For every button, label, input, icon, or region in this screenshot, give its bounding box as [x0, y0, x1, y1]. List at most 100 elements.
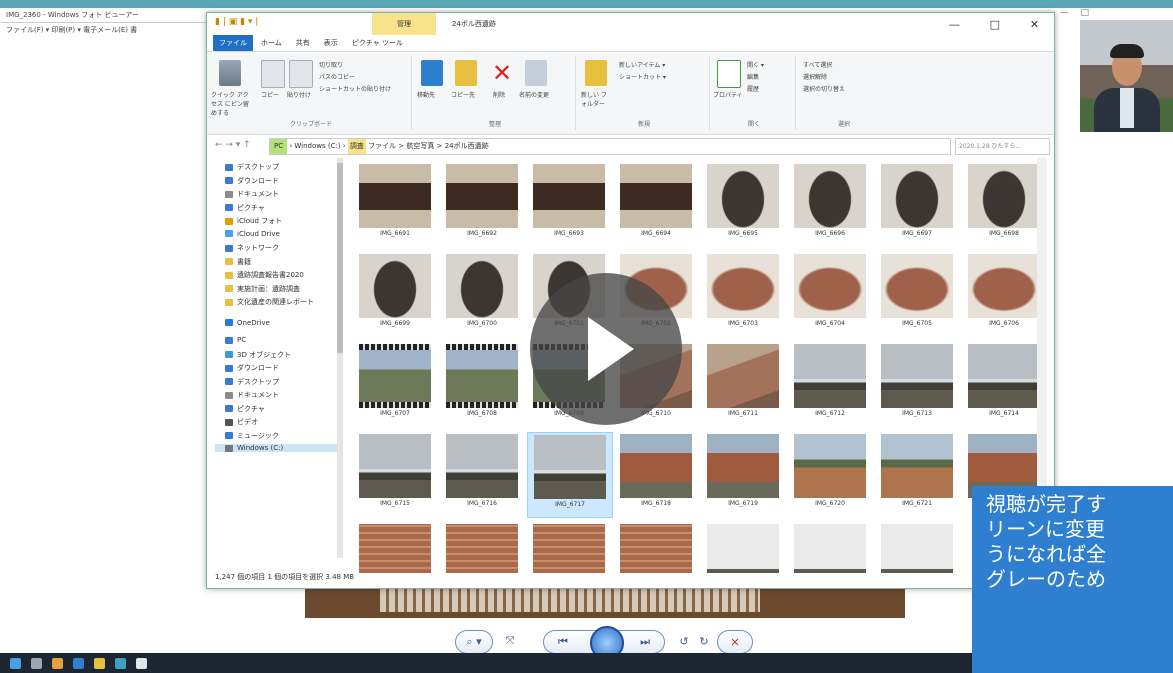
nav-item[interactable]: ピクチャ [225, 404, 265, 414]
new-folder-icon[interactable] [585, 60, 607, 86]
nav-item[interactable]: 文化遺産の関連レポート [225, 297, 314, 307]
close-icon[interactable]: ✕ [1030, 18, 1039, 31]
nav-item[interactable]: 実施計画：遺跡調査 [225, 284, 300, 294]
nav-scrollbar-thumb[interactable] [337, 163, 343, 353]
file-thumbnail[interactable]: IMG_6704 [788, 252, 872, 336]
file-thumbnail[interactable]: IMG_6708 [440, 342, 524, 426]
file-thumbnail[interactable] [701, 522, 785, 573]
file-thumbnail[interactable]: IMG_6720 [788, 432, 872, 516]
file-thumbnail[interactable]: IMG_6705 [875, 252, 959, 336]
manage-context-tab[interactable]: 管理 [372, 13, 436, 35]
paste-icon[interactable] [289, 60, 313, 88]
shortcut-button[interactable]: ショートカット ▾ [619, 72, 666, 81]
file-thumbnail[interactable]: IMG_6696 [788, 162, 872, 246]
file-thumbnail[interactable] [614, 522, 698, 573]
nav-item[interactable]: PC [225, 336, 246, 344]
file-thumbnail[interactable]: IMG_6703 [701, 252, 785, 336]
folder-icon[interactable] [94, 657, 105, 669]
search-input[interactable]: 2020.1.28 ひたすら... [955, 138, 1050, 155]
nav-item[interactable]: ドキュメント [225, 189, 279, 199]
next-icon[interactable]: ⏭ [640, 635, 650, 649]
nav-item[interactable]: 書籍 [225, 257, 251, 267]
select-all-button[interactable]: すべて選択 [803, 60, 832, 69]
rotate-cw-button[interactable]: ↻ [695, 630, 713, 652]
tab-file[interactable]: ファイル [213, 35, 253, 51]
tab-share[interactable]: 共有 [290, 35, 316, 51]
file-thumbnail[interactable]: IMG_6699 [353, 252, 437, 336]
photos-icon[interactable] [136, 657, 147, 669]
file-thumbnail[interactable]: IMG_6695 [701, 162, 785, 246]
zoom-button[interactable]: ⌕ ▾ [455, 630, 493, 654]
minimize-icon[interactable]: — [949, 18, 960, 31]
maximize-icon[interactable]: □ [990, 18, 1000, 31]
task-view-icon[interactable] [31, 657, 42, 669]
tab-home[interactable]: ホーム [255, 35, 288, 51]
file-thumbnail[interactable]: IMG_6691 [353, 162, 437, 246]
breadcrumb-highlight[interactable]: 調査 [347, 139, 366, 154]
file-thumbnail[interactable]: IMG_6700 [440, 252, 524, 336]
file-thumbnail[interactable]: IMG_6707 [353, 342, 437, 426]
file-thumbnail[interactable]: IMG_6698 [962, 162, 1037, 246]
nav-item[interactable]: デスクトップ [225, 162, 279, 172]
file-thumbnail[interactable]: IMG_6706 [962, 252, 1037, 336]
photo-viewer-menu[interactable]: ファイル(F) ▾ 印刷(P) ▾ 電子メール(E) 書 [0, 23, 216, 37]
file-thumbnail[interactable]: IMG_6721 [875, 432, 959, 516]
nav-item[interactable]: ピクチャ [225, 203, 265, 213]
quick-access-toolbar[interactable]: ▮ | ▣ ▮ ▾ | [215, 17, 258, 27]
move-to-icon[interactable] [421, 60, 443, 86]
nav-item[interactable]: ドキュメント [225, 390, 279, 400]
breadcrumb-pc[interactable]: PC [270, 139, 288, 154]
file-thumbnail[interactable] [440, 522, 524, 573]
file-thumbnail[interactable]: IMG_6719 [701, 432, 785, 516]
file-thumbnail[interactable]: IMG_6718 [614, 432, 698, 516]
rotate-ccw-button[interactable]: ↺ [675, 630, 693, 652]
previous-icon[interactable]: ⏮ [558, 635, 568, 649]
file-thumbnail[interactable] [875, 522, 959, 573]
select-none-button[interactable]: 選択解除 [803, 72, 827, 81]
copy-path-button[interactable]: パスのコピー [319, 72, 355, 81]
breadcrumb-path[interactable]: ファイル > 航空写真 > 24ポル西遺跡 [368, 142, 489, 150]
actual-size-button[interactable]: ⤧ [499, 630, 521, 652]
properties-icon[interactable] [717, 60, 741, 88]
invert-selection-button[interactable]: 選択の切り替え [803, 84, 845, 93]
nav-item[interactable]: iCloud フォト [225, 216, 282, 226]
tab-picture-tools[interactable]: ピクチャ ツール [346, 35, 409, 51]
chrome-icon[interactable] [52, 657, 63, 669]
nav-item[interactable]: Windows (C:) [215, 444, 343, 452]
nav-item[interactable]: iCloud Drive [225, 230, 280, 238]
file-thumbnail[interactable]: IMG_6692 [440, 162, 524, 246]
cut-button[interactable]: 切り取り [319, 60, 343, 69]
file-thumbnail[interactable]: IMG_6716 [440, 432, 524, 516]
file-thumbnail[interactable]: IMG_6717 [527, 432, 613, 518]
nav-item[interactable]: OneDrive [225, 319, 270, 327]
file-thumbnail[interactable] [353, 522, 437, 573]
app-icon[interactable] [73, 657, 84, 669]
address-bar[interactable]: PC › Windows (C:) › 調査 ファイル > 航空写真 > 24ポ… [269, 138, 951, 155]
paste-shortcut-button[interactable]: ショートカットの貼り付け [319, 84, 391, 93]
history-button[interactable]: 履歴 [747, 84, 759, 93]
file-thumbnail[interactable] [527, 522, 611, 573]
file-thumbnail[interactable] [788, 522, 872, 573]
file-thumbnail[interactable]: IMG_6713 [875, 342, 959, 426]
file-thumbnail[interactable]: IMG_6693 [527, 162, 611, 246]
nav-item[interactable]: ビデオ [225, 417, 258, 427]
rename-icon[interactable] [525, 60, 547, 86]
open-button[interactable]: 開く ▾ [747, 60, 764, 69]
breadcrumb-drive[interactable]: Windows (C:) [294, 142, 340, 150]
start-icon[interactable] [10, 657, 21, 669]
nav-item[interactable]: ネットワーク [225, 243, 279, 253]
nav-item[interactable]: 遺跡調査報告書2020 [225, 270, 304, 280]
file-thumbnail[interactable]: IMG_6697 [875, 162, 959, 246]
nav-item[interactable]: 3D オブジェクト [225, 350, 291, 360]
copy-icon[interactable] [261, 60, 285, 88]
nav-item[interactable]: ダウンロード [225, 176, 279, 186]
navigation-arrows[interactable]: ← → ▾ ↑ [215, 140, 251, 150]
file-thumbnail[interactable]: IMG_6712 [788, 342, 872, 426]
delete-icon[interactable]: ✕ [491, 60, 513, 86]
tab-view[interactable]: 表示 [318, 35, 344, 51]
edit-button[interactable]: 編集 [747, 72, 759, 81]
edge-icon[interactable] [115, 657, 126, 669]
file-thumbnail[interactable]: IMG_6711 [701, 342, 785, 426]
file-thumbnail[interactable]: IMG_6714 [962, 342, 1037, 426]
delete-button[interactable]: ✕ [717, 630, 753, 654]
